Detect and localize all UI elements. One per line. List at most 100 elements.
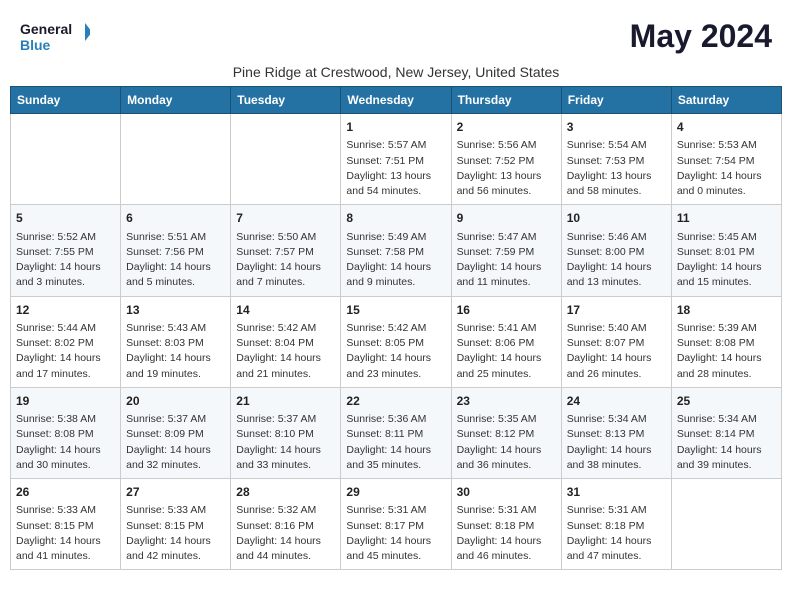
day-details: Sunrise: 5:40 AM Sunset: 8:07 PM Dayligh…	[567, 321, 666, 382]
day-number: 5	[16, 210, 115, 227]
day-details: Sunrise: 5:42 AM Sunset: 8:04 PM Dayligh…	[236, 321, 335, 382]
day-details: Sunrise: 5:31 AM Sunset: 8:18 PM Dayligh…	[567, 503, 666, 564]
calendar-cell: 3Sunrise: 5:54 AM Sunset: 7:53 PM Daylig…	[561, 114, 671, 205]
day-details: Sunrise: 5:34 AM Sunset: 8:14 PM Dayligh…	[677, 412, 776, 473]
day-details: Sunrise: 5:56 AM Sunset: 7:52 PM Dayligh…	[457, 138, 556, 199]
subtitle: Pine Ridge at Crestwood, New Jersey, Uni…	[10, 64, 782, 80]
day-details: Sunrise: 5:31 AM Sunset: 8:17 PM Dayligh…	[346, 503, 445, 564]
day-details: Sunrise: 5:51 AM Sunset: 7:56 PM Dayligh…	[126, 230, 225, 291]
day-number: 13	[126, 302, 225, 319]
calendar-cell	[231, 114, 341, 205]
weekday-header-wednesday: Wednesday	[341, 87, 451, 114]
day-number: 16	[457, 302, 556, 319]
day-number: 23	[457, 393, 556, 410]
day-number: 21	[236, 393, 335, 410]
calendar-cell: 31Sunrise: 5:31 AM Sunset: 8:18 PM Dayli…	[561, 479, 671, 570]
calendar-cell: 23 Sunrise: 5:35 AM Sunset: 8:12 PM Dayli…	[451, 387, 561, 478]
day-details: Sunrise: 5:31 AM Sunset: 8:18 PM Dayligh…	[457, 503, 556, 564]
day-number: 25	[677, 393, 776, 410]
calendar-cell: 17 Sunrise: 5:40 AM Sunset: 8:07 PM Dayli…	[561, 296, 671, 387]
calendar-cell	[121, 114, 231, 205]
day-number: 9	[457, 210, 556, 227]
calendar-table: SundayMondayTuesdayWednesdayThursdayFrid…	[10, 86, 782, 570]
day-number: 7	[236, 210, 335, 227]
day-number: 8	[346, 210, 445, 227]
week-row-5: 26Sunrise: 5:33 AM Sunset: 8:15 PM Dayli…	[11, 479, 782, 570]
day-number: 22	[346, 393, 445, 410]
day-details: Sunrise: 5:54 AM Sunset: 7:53 PM Dayligh…	[567, 138, 666, 199]
logo-svg: General Blue	[20, 18, 90, 58]
calendar-cell: 25 Sunrise: 5:34 AM Sunset: 8:14 PM Dayli…	[671, 387, 781, 478]
day-details: Sunrise: 5:32 AM Sunset: 8:16 PM Dayligh…	[236, 503, 335, 564]
day-details: Sunrise: 5:53 AM Sunset: 7:54 PM Dayligh…	[677, 138, 776, 199]
day-details: Sunrise: 5:46 AM Sunset: 8:00 PM Dayligh…	[567, 230, 666, 291]
day-number: 10	[567, 210, 666, 227]
calendar-cell: 4 Sunrise: 5:53 AM Sunset: 7:54 PM Daylig…	[671, 114, 781, 205]
day-number: 24	[567, 393, 666, 410]
calendar-cell: 19 Sunrise: 5:38 AM Sunset: 8:08 PM Dayli…	[11, 387, 121, 478]
day-number: 14	[236, 302, 335, 319]
day-number: 11	[677, 210, 776, 227]
day-details: Sunrise: 5:50 AM Sunset: 7:57 PM Dayligh…	[236, 230, 335, 291]
day-details: Sunrise: 5:43 AM Sunset: 8:03 PM Dayligh…	[126, 321, 225, 382]
calendar-cell	[671, 479, 781, 570]
calendar-cell: 21 Sunrise: 5:37 AM Sunset: 8:10 PM Dayli…	[231, 387, 341, 478]
calendar-cell: 6 Sunrise: 5:51 AM Sunset: 7:56 PM Daylig…	[121, 205, 231, 296]
calendar-cell: 26Sunrise: 5:33 AM Sunset: 8:15 PM Dayli…	[11, 479, 121, 570]
day-details: Sunrise: 5:37 AM Sunset: 8:10 PM Dayligh…	[236, 412, 335, 473]
calendar-cell: 12 Sunrise: 5:44 AM Sunset: 8:02 PM Dayli…	[11, 296, 121, 387]
calendar-cell: 27 Sunrise: 5:33 AM Sunset: 8:15 PM Dayli…	[121, 479, 231, 570]
month-title: May 2024	[630, 18, 772, 55]
calendar-cell: 9 Sunrise: 5:47 AM Sunset: 7:59 PM Daylig…	[451, 205, 561, 296]
calendar-cell: 5Sunrise: 5:52 AM Sunset: 7:55 PM Daylig…	[11, 205, 121, 296]
weekday-header-thursday: Thursday	[451, 87, 561, 114]
weekday-header-friday: Friday	[561, 87, 671, 114]
day-details: Sunrise: 5:45 AM Sunset: 8:01 PM Dayligh…	[677, 230, 776, 291]
day-details: Sunrise: 5:33 AM Sunset: 8:15 PM Dayligh…	[126, 503, 225, 564]
day-number: 4	[677, 119, 776, 136]
calendar-cell: 11 Sunrise: 5:45 AM Sunset: 8:01 PM Dayli…	[671, 205, 781, 296]
week-row-3: 12 Sunrise: 5:44 AM Sunset: 8:02 PM Dayli…	[11, 296, 782, 387]
week-row-4: 19 Sunrise: 5:38 AM Sunset: 8:08 PM Dayli…	[11, 387, 782, 478]
weekday-header-saturday: Saturday	[671, 87, 781, 114]
day-number: 19	[16, 393, 115, 410]
day-details: Sunrise: 5:42 AM Sunset: 8:05 PM Dayligh…	[346, 321, 445, 382]
day-details: Sunrise: 5:33 AM Sunset: 8:15 PM Dayligh…	[16, 503, 115, 564]
calendar-cell: 7 Sunrise: 5:50 AM Sunset: 7:57 PM Daylig…	[231, 205, 341, 296]
calendar-cell: 15Sunrise: 5:42 AM Sunset: 8:05 PM Dayli…	[341, 296, 451, 387]
day-number: 29	[346, 484, 445, 501]
day-details: Sunrise: 5:57 AM Sunset: 7:51 PM Dayligh…	[346, 138, 445, 199]
day-details: Sunrise: 5:39 AM Sunset: 8:08 PM Dayligh…	[677, 321, 776, 382]
week-row-2: 5Sunrise: 5:52 AM Sunset: 7:55 PM Daylig…	[11, 205, 782, 296]
day-details: Sunrise: 5:35 AM Sunset: 8:12 PM Dayligh…	[457, 412, 556, 473]
day-number: 6	[126, 210, 225, 227]
day-details: Sunrise: 5:47 AM Sunset: 7:59 PM Dayligh…	[457, 230, 556, 291]
day-number: 27	[126, 484, 225, 501]
day-details: Sunrise: 5:34 AM Sunset: 8:13 PM Dayligh…	[567, 412, 666, 473]
calendar-cell: 29 Sunrise: 5:31 AM Sunset: 8:17 PM Dayli…	[341, 479, 451, 570]
day-details: Sunrise: 5:44 AM Sunset: 8:02 PM Dayligh…	[16, 321, 115, 382]
day-details: Sunrise: 5:36 AM Sunset: 8:11 PM Dayligh…	[346, 412, 445, 473]
calendar-cell: 16Sunrise: 5:41 AM Sunset: 8:06 PM Dayli…	[451, 296, 561, 387]
day-number: 28	[236, 484, 335, 501]
day-number: 30	[457, 484, 556, 501]
day-number: 12	[16, 302, 115, 319]
calendar-cell: 13 Sunrise: 5:43 AM Sunset: 8:03 PM Dayli…	[121, 296, 231, 387]
weekday-header-tuesday: Tuesday	[231, 87, 341, 114]
day-details: Sunrise: 5:38 AM Sunset: 8:08 PM Dayligh…	[16, 412, 115, 473]
svg-text:General: General	[20, 21, 72, 37]
calendar-cell: 20 Sunrise: 5:37 AM Sunset: 8:09 PM Dayli…	[121, 387, 231, 478]
day-number: 1	[346, 119, 445, 136]
day-number: 20	[126, 393, 225, 410]
calendar-cell: 8Sunrise: 5:49 AM Sunset: 7:58 PM Daylig…	[341, 205, 451, 296]
calendar-cell: 1 Sunrise: 5:57 AM Sunset: 7:51 PM Daylig…	[341, 114, 451, 205]
calendar-cell: 14 Sunrise: 5:42 AM Sunset: 8:04 PM Dayli…	[231, 296, 341, 387]
day-details: Sunrise: 5:37 AM Sunset: 8:09 PM Dayligh…	[126, 412, 225, 473]
calendar-cell: 22 Sunrise: 5:36 AM Sunset: 8:11 PM Dayli…	[341, 387, 451, 478]
logo: General Blue	[20, 18, 90, 58]
day-number: 17	[567, 302, 666, 319]
day-number: 2	[457, 119, 556, 136]
calendar-cell: 28 Sunrise: 5:32 AM Sunset: 8:16 PM Dayli…	[231, 479, 341, 570]
weekday-header-sunday: Sunday	[11, 87, 121, 114]
calendar-cell: 2 Sunrise: 5:56 AM Sunset: 7:52 PM Daylig…	[451, 114, 561, 205]
